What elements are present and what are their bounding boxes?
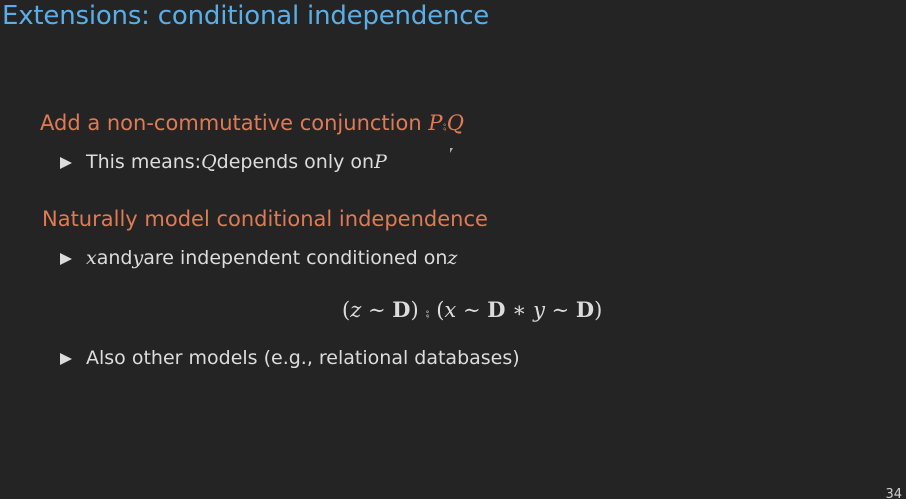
eq-paren: ( bbox=[342, 298, 351, 322]
section-heading-conjunction: Add a non-commutative conjunction P⨾Q bbox=[40, 111, 464, 136]
math-p: P bbox=[374, 151, 387, 173]
eq-y: y bbox=[533, 298, 545, 322]
bullet-text: Also other models (e.g., relational data… bbox=[86, 347, 520, 369]
eq-D: D bbox=[575, 297, 595, 322]
section-heading-conditional: Naturally model conditional independence bbox=[42, 207, 488, 231]
eq-sim: ∼ bbox=[544, 298, 576, 322]
eq-z: z bbox=[350, 298, 362, 322]
bullet-other-models: Also other models (e.g., relational data… bbox=[60, 347, 520, 369]
math-p: P bbox=[428, 111, 443, 135]
bullet-depends-only: This means: Q depends only on P bbox=[60, 151, 387, 173]
eq-star: ∗ bbox=[505, 298, 534, 322]
eq-sim: ∼ bbox=[361, 298, 393, 322]
bullet-prefix: This means: bbox=[86, 151, 202, 173]
math-z: z bbox=[447, 247, 458, 269]
bullet-triangle-icon bbox=[60, 157, 72, 169]
eq-D: D bbox=[487, 297, 506, 322]
bullet-middle: depends only on bbox=[216, 151, 375, 173]
mouse-cursor-icon bbox=[450, 148, 453, 153]
bullet-triangle-icon bbox=[60, 253, 72, 265]
math-y: y bbox=[132, 247, 144, 269]
page-number: 34 bbox=[885, 487, 902, 499]
bullet-rest: are independent conditioned on bbox=[143, 247, 448, 269]
eq-D: D bbox=[392, 297, 411, 322]
math-q: Q bbox=[446, 111, 464, 135]
bullet-independent: x and y are independent conditioned on z bbox=[60, 247, 457, 269]
display-equation: (z ∼ D) ⨾ (x ∼ D ∗ y ∼ D) bbox=[342, 297, 602, 323]
eq-seq-operator: ⨾ bbox=[418, 298, 437, 322]
bullet-triangle-icon bbox=[60, 353, 72, 365]
eq-paren: ) bbox=[410, 298, 419, 322]
eq-paren: ) bbox=[594, 298, 603, 322]
eq-x: x bbox=[444, 298, 457, 322]
slide-title: Extensions: conditional independence bbox=[2, 1, 490, 31]
heading-text: Add a non-commutative conjunction bbox=[40, 111, 429, 135]
bullet-and: and bbox=[96, 247, 133, 269]
eq-sim: ∼ bbox=[456, 298, 488, 322]
math-x: x bbox=[86, 247, 97, 269]
math-q: Q bbox=[201, 151, 217, 173]
